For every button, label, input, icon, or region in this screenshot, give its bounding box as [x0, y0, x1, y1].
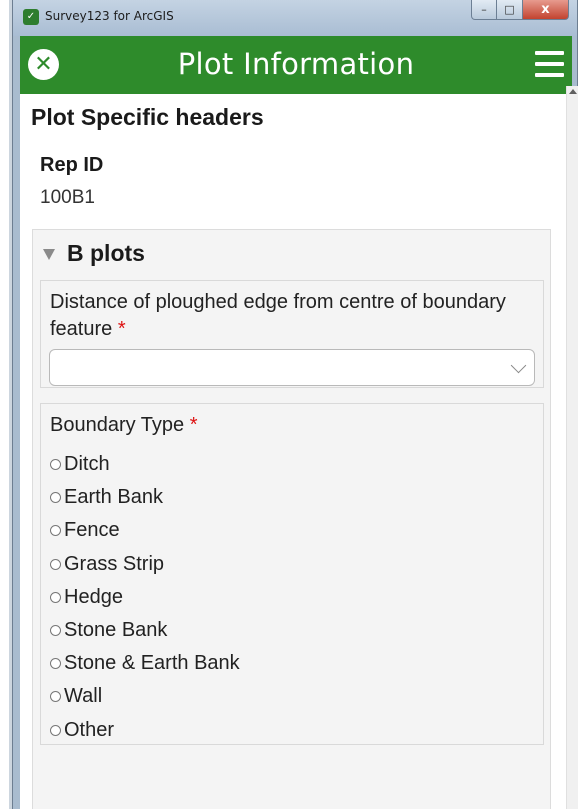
b-plots-group: B plots Distance of ploughed edge from c…: [32, 229, 551, 809]
app-header: ✕ Plot Information: [20, 36, 572, 94]
window-titlebar[interactable]: ✓ Survey123 for ArcGIS – □ x: [13, 0, 577, 36]
survey123-icon: ✓: [23, 9, 39, 25]
radio-button[interactable]: [50, 724, 61, 736]
rep-id-value: 100B1: [40, 187, 95, 208]
radio-button[interactable]: [50, 525, 61, 537]
radio-button[interactable]: [50, 691, 61, 703]
radio-button[interactable]: [50, 658, 61, 670]
required-marker: *: [189, 414, 198, 436]
window-title: Survey123 for ArcGIS: [45, 9, 174, 23]
hamburger-menu-icon[interactable]: [535, 51, 564, 77]
boundary-type-text: Boundary Type: [50, 414, 185, 436]
distance-question: Distance of ploughed edge from centre of…: [40, 280, 544, 388]
scroll-up-arrow-icon[interactable]: [569, 89, 577, 94]
radio-button[interactable]: [50, 492, 61, 504]
group-title: B plots: [67, 240, 145, 266]
page-title: Plot Information: [177, 47, 415, 81]
boundary-type-options: Ditch Earth Bank Fence Grass Strip Hedge…: [50, 448, 240, 747]
triangle-down-icon: [43, 249, 55, 260]
radio-option-stone-earth-bank[interactable]: Stone & Earth Bank: [50, 647, 240, 680]
radio-label: Earth Bank: [64, 486, 163, 509]
radio-button[interactable]: [50, 459, 61, 471]
maximize-button[interactable]: □: [497, 0, 523, 20]
background-window-edge-right: [578, 0, 587, 809]
radio-button[interactable]: [50, 591, 61, 603]
group-header[interactable]: B plots: [43, 240, 145, 267]
radio-label: Hedge: [64, 585, 123, 608]
radio-label: Stone Bank: [64, 619, 168, 642]
window-close-button[interactable]: x: [523, 0, 569, 20]
background-window-edge: [0, 0, 12, 809]
distance-question-label: Distance of ploughed edge from centre of…: [50, 289, 530, 343]
rep-id-label: Rep ID: [40, 154, 104, 176]
required-marker: *: [117, 318, 126, 340]
vertical-scrollbar[interactable]: [566, 86, 578, 809]
radio-option-wall[interactable]: Wall: [50, 680, 240, 713]
radio-button[interactable]: [50, 625, 61, 637]
radio-label: Grass Strip: [64, 552, 165, 575]
radio-option-stone-bank[interactable]: Stone Bank: [50, 614, 240, 647]
distance-select[interactable]: [49, 349, 535, 386]
form-content: Plot Specific headers Rep ID 100B1 B plo…: [20, 94, 566, 809]
radio-label: Wall: [64, 685, 103, 708]
chevron-down-icon: [510, 357, 527, 374]
radio-button[interactable]: [50, 558, 61, 570]
radio-label: Other: [64, 718, 115, 741]
radio-label: Stone & Earth Bank: [64, 652, 240, 675]
radio-option-hedge[interactable]: Hedge: [50, 581, 240, 614]
radio-option-grass-strip[interactable]: Grass Strip: [50, 548, 240, 581]
radio-option-ditch[interactable]: Ditch: [50, 448, 240, 481]
boundary-type-question: Boundary Type * Ditch Earth Bank Fence G…: [40, 403, 544, 745]
radio-option-other[interactable]: Other: [50, 714, 240, 747]
radio-option-fence[interactable]: Fence: [50, 514, 240, 547]
radio-option-earth-bank[interactable]: Earth Bank: [50, 481, 240, 514]
radio-label: Fence: [64, 519, 120, 542]
section-title: Plot Specific headers: [31, 104, 264, 130]
window-controls: – □ x: [471, 0, 569, 21]
boundary-type-label: Boundary Type *: [50, 412, 530, 439]
minimize-button[interactable]: –: [471, 0, 497, 20]
radio-label: Ditch: [64, 453, 110, 476]
